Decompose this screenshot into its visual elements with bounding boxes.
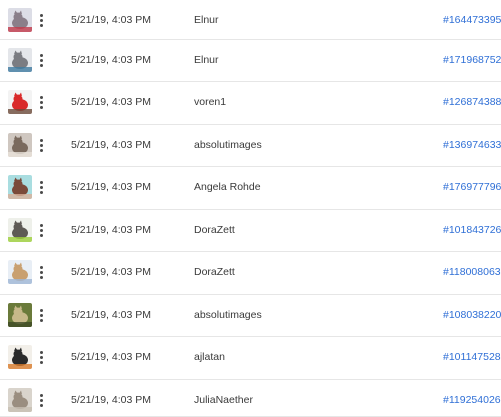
timestamp: 5/21/19, 4:03 PM [71,54,151,66]
timestamp: 5/21/19, 4:03 PM [71,181,151,193]
table-row: 5/21/19, 4:03 PM DoraZett #101843726 [0,210,501,252]
timestamp: 5/21/19, 4:03 PM [71,96,151,108]
more-vertical-icon[interactable] [37,263,47,281]
author-name: Angela Rohde [194,181,261,193]
dot [40,64,43,67]
asset-id-link[interactable]: #101843726 [443,224,501,236]
more-vertical-icon[interactable] [37,221,47,239]
table-row: 5/21/19, 4:03 PM Elnur #171968752 [0,40,501,82]
more-vertical-icon[interactable] [37,348,47,366]
timestamp: 5/21/19, 4:03 PM [71,351,151,363]
author-name: DoraZett [194,224,235,236]
more-vertical-icon[interactable] [37,93,47,111]
author-name: absolutimages [194,309,262,321]
asset-id-link[interactable]: #176977796 [443,181,501,193]
dot [40,309,43,312]
dot [40,266,43,269]
timestamp: 5/21/19, 4:03 PM [71,14,151,26]
table-row: 5/21/19, 4:03 PM Elnur #164473395 [0,0,501,40]
cat-photo-thumbnail[interactable] [8,133,32,157]
author-name: Elnur [194,14,219,26]
cat-photo-thumbnail[interactable] [8,90,32,114]
asset-id-link[interactable]: #171968752 [443,54,501,66]
dot [40,106,43,109]
dot [40,54,43,57]
author-name: JuliaNaether [194,394,253,406]
dot [40,399,43,402]
dot [40,224,43,227]
more-vertical-icon[interactable] [37,306,47,324]
dot [40,404,43,407]
asset-history-list: 5/21/19, 4:03 PM Elnur #164473395 5/21/19,… [0,0,501,417]
asset-id-link[interactable]: #101147528 [443,351,501,363]
table-row: 5/21/19, 4:03 PM DoraZett #118008063 [0,252,501,295]
dot [40,394,43,397]
asset-id-link[interactable]: #126874388 [443,96,501,108]
more-vertical-icon[interactable] [37,178,47,196]
dot [40,96,43,99]
dot [40,356,43,359]
dot [40,144,43,147]
timestamp: 5/21/19, 4:03 PM [71,394,151,406]
table-row: 5/21/19, 4:03 PM absolutimages #108038220 [0,295,501,337]
dot [40,314,43,317]
table-row: 5/21/19, 4:03 PM voren1 #126874388 [0,82,501,125]
dot [40,351,43,354]
cat-photo-thumbnail[interactable] [8,218,32,242]
asset-id-link[interactable]: #136974633 [443,139,501,151]
dot [40,276,43,279]
author-name: voren1 [194,96,227,108]
dot [40,361,43,364]
more-vertical-icon[interactable] [37,11,47,29]
more-vertical-icon[interactable] [37,136,47,154]
asset-id-link[interactable]: #108038220 [443,309,501,321]
timestamp: 5/21/19, 4:03 PM [71,224,151,236]
dot [40,181,43,184]
dot [40,234,43,237]
dot [40,229,43,232]
cat-photo-thumbnail[interactable] [8,388,32,412]
timestamp: 5/21/19, 4:03 PM [71,309,151,321]
dot [40,149,43,152]
table-row: 5/21/19, 4:03 PM JuliaNaether #119254026 [0,380,501,417]
author-name: Elnur [194,54,219,66]
cat-photo-thumbnail[interactable] [8,303,32,327]
table-row: 5/21/19, 4:03 PM Angela Rohde #176977796 [0,167,501,210]
table-row: 5/21/19, 4:03 PM ajlatan #101147528 [0,337,501,380]
cat-photo-thumbnail[interactable] [8,345,32,369]
cat-photo-thumbnail[interactable] [8,48,32,72]
dot [40,319,43,322]
dot [40,14,43,17]
dot [40,19,43,22]
author-name: ajlatan [194,351,225,363]
dot [40,186,43,189]
dot [40,191,43,194]
dot [40,101,43,104]
table-row: 5/21/19, 4:03 PM absolutimages #136974633 [0,125,501,167]
asset-id-link[interactable]: #119254026 [443,394,501,406]
cat-photo-thumbnail[interactable] [8,260,32,284]
dot [40,271,43,274]
timestamp: 5/21/19, 4:03 PM [71,139,151,151]
cat-photo-thumbnail[interactable] [8,8,32,32]
author-name: absolutimages [194,139,262,151]
author-name: DoraZett [194,266,235,278]
more-vertical-icon[interactable] [37,51,47,69]
dot [40,59,43,62]
more-vertical-icon[interactable] [37,391,47,409]
dot [40,24,43,27]
timestamp: 5/21/19, 4:03 PM [71,266,151,278]
dot [40,139,43,142]
asset-id-link[interactable]: #118008063 [443,266,501,278]
cat-photo-thumbnail[interactable] [8,175,32,199]
asset-id-link[interactable]: #164473395 [443,14,501,26]
